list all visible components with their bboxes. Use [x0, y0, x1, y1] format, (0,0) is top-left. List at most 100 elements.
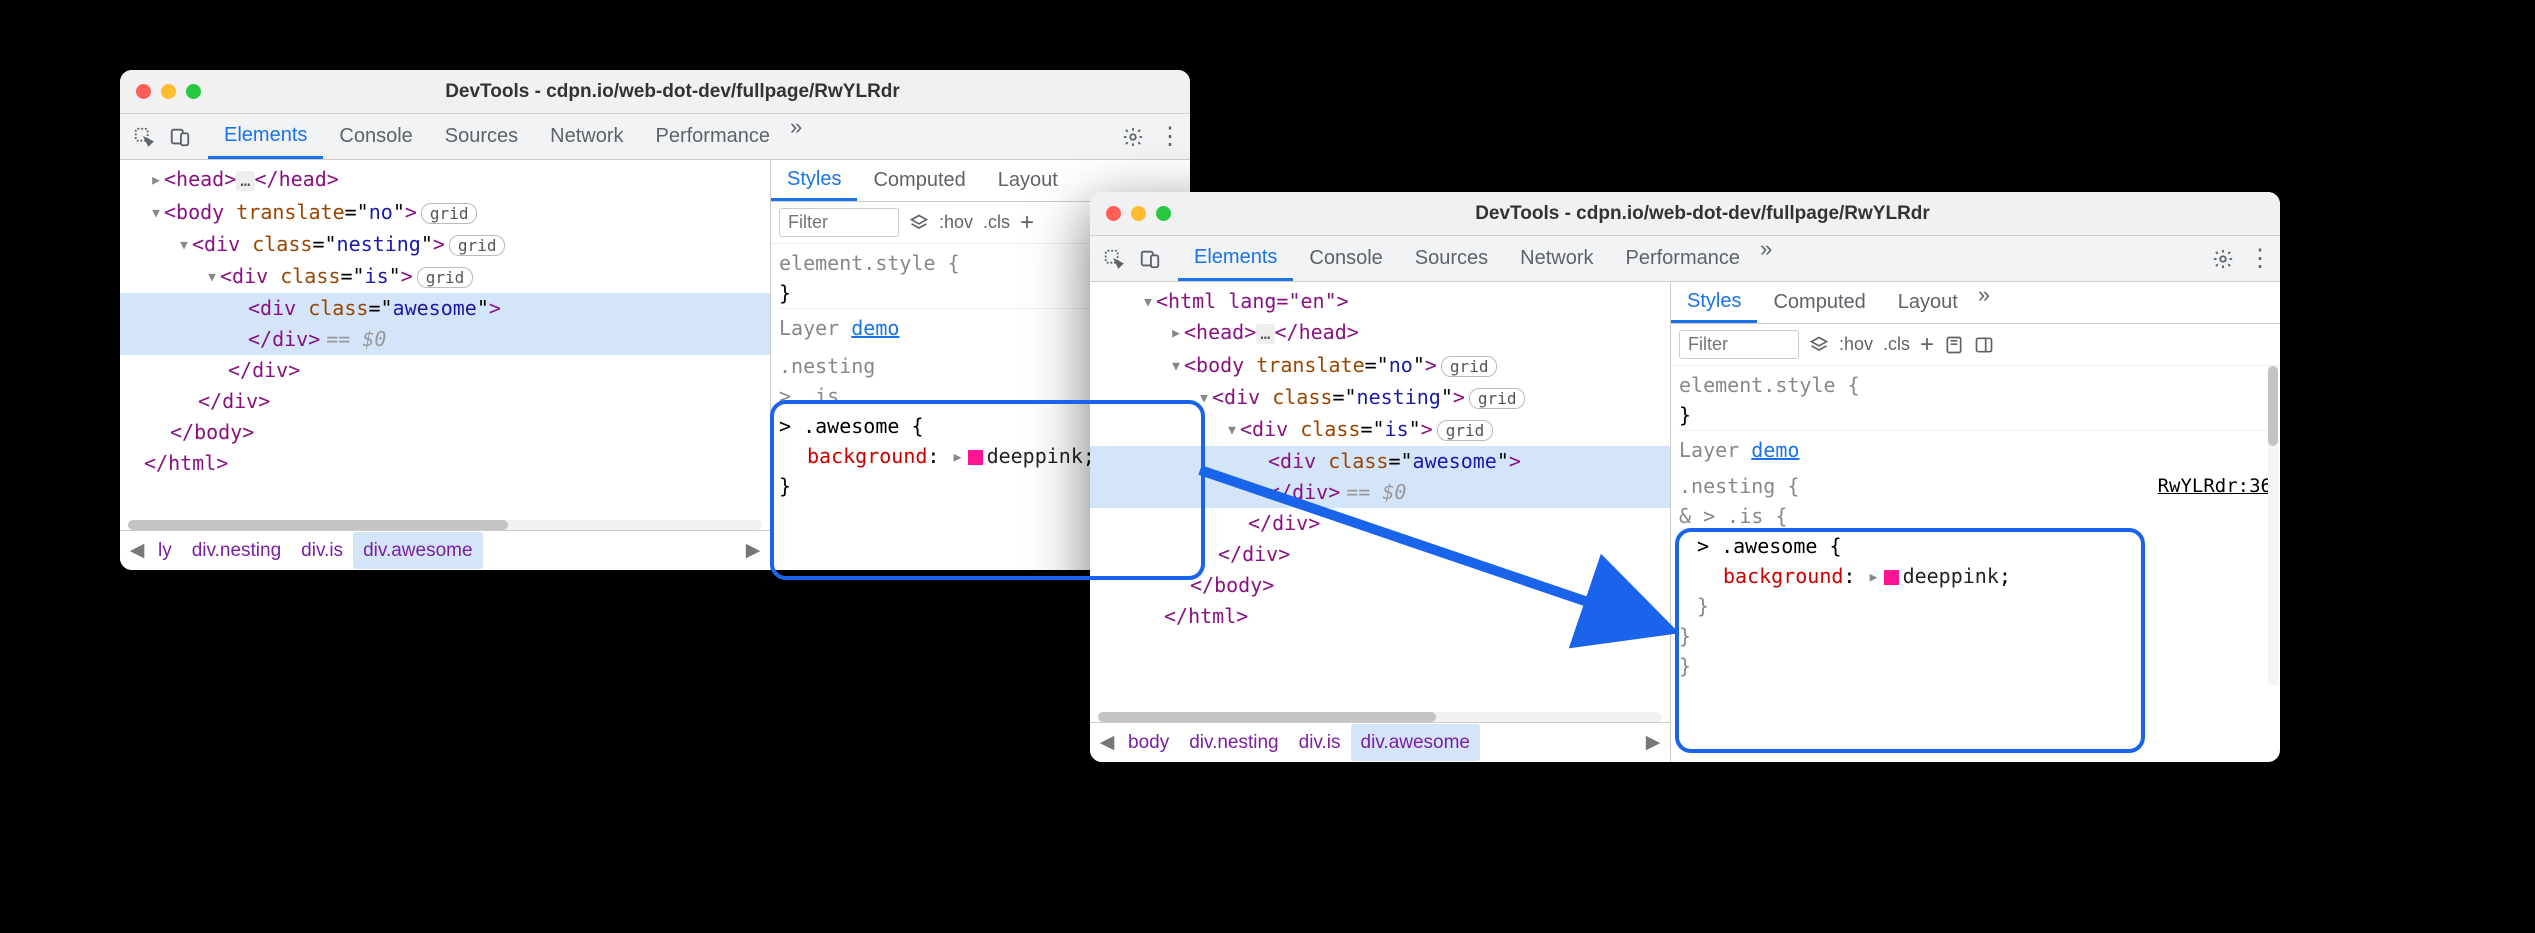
- inspect-icon[interactable]: [128, 121, 160, 153]
- traffic-maximize[interactable]: [186, 84, 201, 99]
- hov-toggle[interactable]: :hov: [939, 212, 973, 233]
- hov-toggle[interactable]: :hov: [1839, 334, 1873, 355]
- dom-node-awesome-close[interactable]: </div>== $0: [120, 324, 770, 355]
- style-tab-computed[interactable]: Computed: [1757, 282, 1881, 323]
- dom-node-nesting[interactable]: ▾<div class="nesting">grid: [120, 229, 770, 261]
- window-title: DevTools - cdpn.io/web-dot-dev/fullpage/…: [1211, 203, 2264, 225]
- tab-console[interactable]: Console: [323, 114, 428, 159]
- tab-sources[interactable]: Sources: [1399, 236, 1504, 281]
- rule-sel2[interactable]: & > .is {: [1679, 501, 2272, 531]
- device-toggle-icon[interactable]: [1134, 243, 1166, 275]
- add-rule-icon[interactable]: +: [1020, 209, 1034, 237]
- inspect-icon[interactable]: [1098, 243, 1130, 275]
- crumb-next-icon[interactable]: ▶: [742, 535, 764, 566]
- computed-style-icon[interactable]: [1944, 335, 1964, 355]
- layer-link[interactable]: demo: [1751, 438, 1799, 462]
- dom-node-awesome-open[interactable]: <div class="awesome">: [1090, 446, 1670, 477]
- crumb-awesome[interactable]: div.awesome: [353, 532, 482, 569]
- panel-tabs: Elements Console Sources Network Perform…: [1178, 236, 1772, 281]
- tab-sources[interactable]: Sources: [429, 114, 534, 159]
- tab-console[interactable]: Console: [1293, 236, 1398, 281]
- tab-network[interactable]: Network: [534, 114, 639, 159]
- styles-panel: Styles Computed Layout » :hov .cls + ele…: [1670, 282, 2280, 762]
- cls-toggle[interactable]: .cls: [1883, 334, 1910, 355]
- style-tab-layout[interactable]: Layout: [982, 160, 1074, 201]
- dom-node-awesome-open[interactable]: <div class="awesome">: [120, 293, 770, 324]
- traffic-close[interactable]: [136, 84, 151, 99]
- dom-scrollbar-horizontal[interactable]: [128, 520, 762, 530]
- device-toggle-icon[interactable]: [164, 121, 196, 153]
- rule-prop-line[interactable]: background: ▸deeppink;: [1679, 561, 2272, 591]
- dom-node-nesting[interactable]: ▾<div class="nesting">grid: [1090, 382, 1670, 414]
- dom-node-is-close[interactable]: </div>: [120, 355, 770, 386]
- crumb-awesome[interactable]: div.awesome: [1351, 724, 1480, 761]
- style-tab-styles[interactable]: Styles: [771, 160, 857, 201]
- rule-sel3[interactable]: > .awesome {: [1679, 531, 2272, 561]
- traffic-close[interactable]: [1106, 206, 1121, 221]
- toolbar-right: ⋮: [1122, 125, 1182, 149]
- tab-network[interactable]: Network: [1504, 236, 1609, 281]
- traffic-lights: [1106, 206, 1171, 221]
- styles-scrollbar-vertical[interactable]: [2268, 366, 2278, 685]
- styles-filter-input[interactable]: [1679, 330, 1799, 359]
- traffic-minimize[interactable]: [161, 84, 176, 99]
- tab-elements[interactable]: Elements: [1178, 236, 1293, 281]
- styles-filter-input[interactable]: [779, 208, 899, 237]
- dom-node-is[interactable]: ▾<div class="is">grid: [1090, 414, 1670, 446]
- add-rule-icon[interactable]: +: [1920, 331, 1934, 359]
- settings-gear-icon[interactable]: [1122, 126, 1144, 148]
- dom-node-head[interactable]: ▸<head>…</head>: [120, 164, 770, 197]
- tab-performance[interactable]: Performance: [1610, 236, 1757, 281]
- crumb-next-icon[interactable]: ▶: [1642, 727, 1664, 758]
- dom-node-body-close[interactable]: </body>: [120, 417, 770, 448]
- color-swatch-icon[interactable]: [968, 450, 983, 465]
- dom-node-html[interactable]: ▾<html lang="en">: [1090, 286, 1670, 317]
- settings-gear-icon[interactable]: [2212, 248, 2234, 270]
- crumb-prev-icon[interactable]: ◀: [126, 535, 148, 566]
- kebab-menu-icon[interactable]: ⋮: [2248, 247, 2272, 271]
- panel-toggle-icon[interactable]: [1974, 335, 1994, 355]
- traffic-maximize[interactable]: [1156, 206, 1171, 221]
- dom-node-nesting-close[interactable]: </div>: [1090, 539, 1670, 570]
- panel-tabs: Elements Console Sources Network Perform…: [208, 114, 802, 159]
- devtools-window-right: DevTools - cdpn.io/web-dot-dev/fullpage/…: [1090, 192, 2280, 762]
- more-tabs-chevron-icon[interactable]: »: [790, 114, 802, 159]
- cls-toggle[interactable]: .cls: [983, 212, 1010, 233]
- style-tab-layout[interactable]: Layout: [1882, 282, 1974, 323]
- style-tab-computed[interactable]: Computed: [857, 160, 981, 201]
- dom-node-html-close[interactable]: </html>: [1090, 601, 1670, 632]
- dom-node-body-close[interactable]: </body>: [1090, 570, 1670, 601]
- traffic-minimize[interactable]: [1131, 206, 1146, 221]
- dom-node-awesome-close[interactable]: </div>== $0: [1090, 477, 1670, 508]
- kebab-menu-icon[interactable]: ⋮: [1158, 125, 1182, 149]
- dom-node-nesting-close[interactable]: </div>: [120, 386, 770, 417]
- dom-node-body[interactable]: ▾<body translate="no">grid: [120, 197, 770, 229]
- more-tabs-chevron-icon[interactable]: »: [1760, 236, 1772, 281]
- layers-icon[interactable]: [1809, 335, 1829, 355]
- tab-elements[interactable]: Elements: [208, 114, 323, 159]
- style-tab-styles[interactable]: Styles: [1671, 282, 1757, 323]
- element-style-open[interactable]: element.style {: [1679, 370, 2272, 400]
- crumb-body[interactable]: ly: [148, 532, 182, 569]
- crumb-prev-icon[interactable]: ◀: [1096, 727, 1118, 758]
- layers-icon[interactable]: [909, 213, 929, 233]
- source-link[interactable]: RwYLRdr:36: [2158, 471, 2272, 501]
- dom-tree-panel: ▾<html lang="en"> ▸<head>…</head> ▾<body…: [1090, 282, 1670, 762]
- style-more-chevron-icon[interactable]: »: [1978, 282, 1990, 323]
- dom-node-body[interactable]: ▾<body translate="no">grid: [1090, 350, 1670, 382]
- tab-performance[interactable]: Performance: [640, 114, 787, 159]
- crumb-is[interactable]: div.is: [1289, 724, 1351, 761]
- dom-scrollbar-horizontal[interactable]: [1098, 712, 1662, 722]
- crumb-nesting[interactable]: div.nesting: [182, 532, 291, 569]
- dom-node-is-close[interactable]: </div>: [1090, 508, 1670, 539]
- dom-node-head[interactable]: ▸<head>…</head>: [1090, 317, 1670, 350]
- layer-line: Layer demo: [1679, 430, 2272, 465]
- dom-node-is[interactable]: ▾<div class="is">grid: [120, 261, 770, 293]
- color-swatch-icon[interactable]: [1884, 570, 1899, 585]
- dom-node-html-close[interactable]: </html>: [120, 448, 770, 479]
- traffic-lights: [136, 84, 201, 99]
- crumb-body[interactable]: body: [1118, 724, 1179, 761]
- crumb-nesting[interactable]: div.nesting: [1179, 724, 1288, 761]
- crumb-is[interactable]: div.is: [291, 532, 353, 569]
- layer-link[interactable]: demo: [851, 316, 899, 340]
